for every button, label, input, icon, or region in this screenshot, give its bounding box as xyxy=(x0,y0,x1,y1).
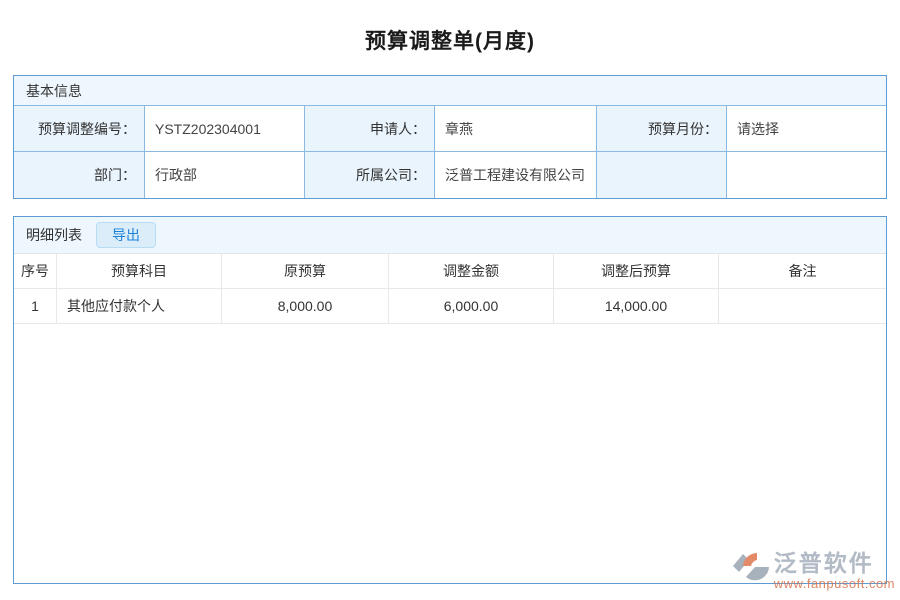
vendor-brand-name: 泛普软件 xyxy=(774,552,874,575)
field-value-budget-month-select[interactable]: 请选择 xyxy=(727,106,886,152)
export-button[interactable]: 导出 xyxy=(96,222,156,248)
col-header-subject: 预算科目 xyxy=(57,254,222,289)
vendor-watermark: 泛普软件 www.fanpusoft.com xyxy=(732,549,895,590)
col-header-seq: 序号 xyxy=(14,254,57,289)
detail-table: 序号 预算科目 原预算 调整金额 调整后预算 备注 1 其他应付款个人 8,00… xyxy=(14,254,886,324)
vendor-url: www.fanpusoft.com xyxy=(774,577,895,590)
detail-list-panel: 明细列表 导出 序号 预算科目 原预算 调整金额 调整后预算 备注 1 其他应付… xyxy=(13,216,887,584)
col-header-adjust-amount: 调整金额 xyxy=(389,254,554,289)
field-value-applicant: 章燕 xyxy=(435,106,597,152)
col-header-after-budget: 调整后预算 xyxy=(554,254,719,289)
basic-info-section-title: 基本信息 xyxy=(14,76,886,106)
field-label-department: 部门： xyxy=(14,152,145,198)
field-value-department: 行政部 xyxy=(145,152,305,198)
row-cell-subject: 其他应付款个人 xyxy=(57,289,222,324)
field-label-empty xyxy=(597,152,727,198)
detail-table-empty-area xyxy=(14,324,886,583)
page-title: 预算调整单(月度) xyxy=(0,0,900,53)
row-cell-remark xyxy=(719,289,886,324)
field-value-empty xyxy=(727,152,886,198)
field-value-adjust-no: YSTZ202304001 xyxy=(145,106,305,152)
field-label-company: 所属公司： xyxy=(305,152,435,198)
row-cell-seq: 1 xyxy=(14,289,57,324)
field-label-budget-month: 预算月份： xyxy=(597,106,727,152)
col-header-original-budget: 原预算 xyxy=(222,254,389,289)
field-value-company: 泛普工程建设有限公司 xyxy=(435,152,597,198)
detail-list-header: 明细列表 导出 xyxy=(14,217,886,254)
fanpu-logo-icon xyxy=(732,549,770,590)
row-cell-adjust-amount: 6,000.00 xyxy=(389,289,554,324)
detail-list-section-title: 明细列表 xyxy=(26,225,82,245)
field-label-adjust-no: 预算调整编号： xyxy=(14,106,145,152)
basic-info-grid: 预算调整编号： YSTZ202304001 申请人： 章燕 预算月份： 请选择 … xyxy=(14,106,886,198)
basic-info-panel: 基本信息 预算调整编号： YSTZ202304001 申请人： 章燕 预算月份：… xyxy=(13,75,887,199)
row-cell-after-budget: 14,000.00 xyxy=(554,289,719,324)
col-header-remark: 备注 xyxy=(719,254,886,289)
field-label-applicant: 申请人： xyxy=(305,106,435,152)
row-cell-original-budget: 8,000.00 xyxy=(222,289,389,324)
